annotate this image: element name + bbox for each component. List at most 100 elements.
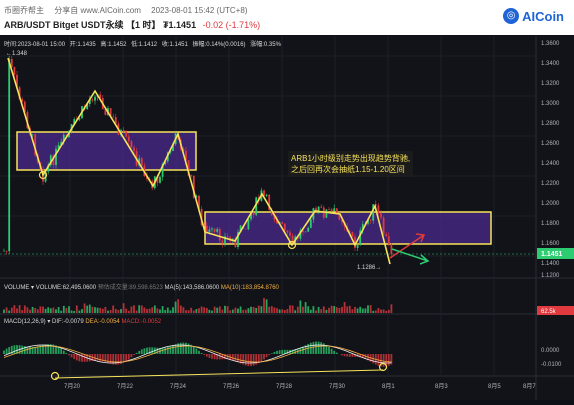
macd-bar xyxy=(27,347,29,354)
macd-bar xyxy=(164,348,166,354)
chevron-down-icon[interactable]: ▾ xyxy=(47,319,50,325)
volume-bar xyxy=(209,310,211,313)
volume-bar xyxy=(24,305,26,313)
divergence-line xyxy=(55,370,383,378)
author-tab[interactable]: 币圈乔帮主 xyxy=(4,6,44,15)
volume-bar xyxy=(27,307,29,313)
macd-bar xyxy=(214,354,216,359)
x-tick: 8月5 xyxy=(488,383,501,390)
y-tick: 1.1600 xyxy=(541,241,560,247)
candle-body xyxy=(248,219,250,229)
macd-bar xyxy=(320,342,322,354)
x-tick: 7月22 xyxy=(117,383,134,390)
volume-bar xyxy=(138,305,140,313)
volume-bar xyxy=(253,307,255,313)
volume-bar xyxy=(45,309,47,313)
volume-bar xyxy=(60,311,62,313)
candle-body xyxy=(123,130,125,132)
macd-bar xyxy=(318,342,320,354)
x-axis: 7月20 7月22 7月24 7月26 7月28 7月30 8月1 8月3 8月… xyxy=(64,383,536,390)
info-time: 时间:2023-08-01 15:00 xyxy=(4,42,65,48)
candle-body xyxy=(380,213,382,217)
macd-bar xyxy=(209,354,211,358)
volume-bar xyxy=(201,307,203,313)
macd-bar xyxy=(248,354,250,366)
volume-bar xyxy=(76,305,78,313)
macd-bar xyxy=(97,354,99,361)
macd-bar xyxy=(172,345,174,354)
volume-bar xyxy=(263,298,265,313)
volume-bar xyxy=(105,307,107,313)
macd-bar xyxy=(274,352,276,354)
volume-bar xyxy=(235,308,237,313)
volume-axis-label: 62.5k xyxy=(541,309,557,315)
volume-bar xyxy=(68,306,70,313)
candle-body xyxy=(55,149,57,165)
macd-title: MACD(12,26,9) xyxy=(4,319,46,325)
macd-dea: DEA:-0.0054 xyxy=(85,319,119,325)
volume-bar xyxy=(190,308,192,313)
macd-bar xyxy=(185,343,187,354)
volume-bar xyxy=(164,310,166,313)
volume-bar xyxy=(302,307,304,313)
info-amplitude: 振幅:0.14%(0.0016) xyxy=(193,42,246,48)
analysis-annotation: ARB1小时级别走势出现趋势背驰, 之后回再次会抽纸1.15-1.20区间 xyxy=(288,151,413,177)
macd-bar xyxy=(40,346,42,354)
annotation-line: 之后回再次会抽纸1.15-1.20区间 xyxy=(291,164,410,175)
chart-area[interactable]: 1.3600 1.3400 1.3200 1.3000 1.2800 1.260… xyxy=(0,36,574,400)
candle-body xyxy=(328,209,330,210)
macd-bar xyxy=(211,354,213,359)
current-price-label: 1.1451 xyxy=(541,251,563,258)
x-tick: 8月3 xyxy=(435,383,448,390)
macd-bar xyxy=(331,349,333,354)
volume-bar xyxy=(131,307,133,313)
volume-bar xyxy=(193,311,195,313)
macd-bar xyxy=(328,347,330,354)
macd-bar xyxy=(232,354,234,360)
volume-bar xyxy=(177,299,179,313)
x-tick: 7月30 xyxy=(329,383,346,390)
volume-bar xyxy=(107,311,109,313)
volume-bar xyxy=(123,303,125,313)
macd-bar xyxy=(21,346,23,354)
volume-bar xyxy=(144,307,146,313)
volume-legend: VOLUME ▾ VOLUME:62,495.0600 预估成交量:89,598… xyxy=(4,282,279,291)
y-tick: 1.1400 xyxy=(541,261,560,267)
volume-bar xyxy=(375,310,377,313)
price-change: -0.02 (-1.71%) xyxy=(203,20,261,30)
volume-bar xyxy=(55,309,57,313)
candle-body xyxy=(125,132,127,137)
candle-body xyxy=(307,228,309,232)
volume-bar xyxy=(307,306,309,313)
chevron-down-icon[interactable]: ▾ xyxy=(31,285,34,291)
candle-body xyxy=(112,117,114,118)
candle-body xyxy=(281,222,283,223)
volume-bar xyxy=(245,310,247,313)
volume-bar xyxy=(214,307,216,313)
macd-histogram xyxy=(3,342,392,367)
share-tab[interactable]: 分享自 www.AICoin.com xyxy=(54,6,141,15)
volume-bar xyxy=(372,311,374,313)
volume-bar xyxy=(232,310,234,313)
macd-bar xyxy=(73,354,75,359)
macd-bar xyxy=(253,354,255,366)
candle-body xyxy=(266,195,268,196)
macd-bar xyxy=(133,354,135,355)
timestamp: 2023-08-01 15:42 (UTC+8) xyxy=(151,6,247,15)
volume-bar xyxy=(274,307,276,313)
macd-bar xyxy=(250,354,252,366)
volume-bar xyxy=(159,310,161,313)
volume-bar xyxy=(42,307,44,313)
candle-body xyxy=(245,229,247,230)
volume-bar xyxy=(125,309,127,313)
volume-bar xyxy=(391,304,393,313)
macd-bar xyxy=(349,354,351,357)
macd-bar xyxy=(203,354,205,355)
volume-bar xyxy=(289,305,291,313)
x-tick: 7月26 xyxy=(223,383,240,390)
macd-bar xyxy=(193,347,195,354)
volume-bar xyxy=(167,308,169,313)
volume-bar xyxy=(216,308,218,313)
candle-body xyxy=(3,251,5,252)
macd-bar xyxy=(281,350,283,354)
